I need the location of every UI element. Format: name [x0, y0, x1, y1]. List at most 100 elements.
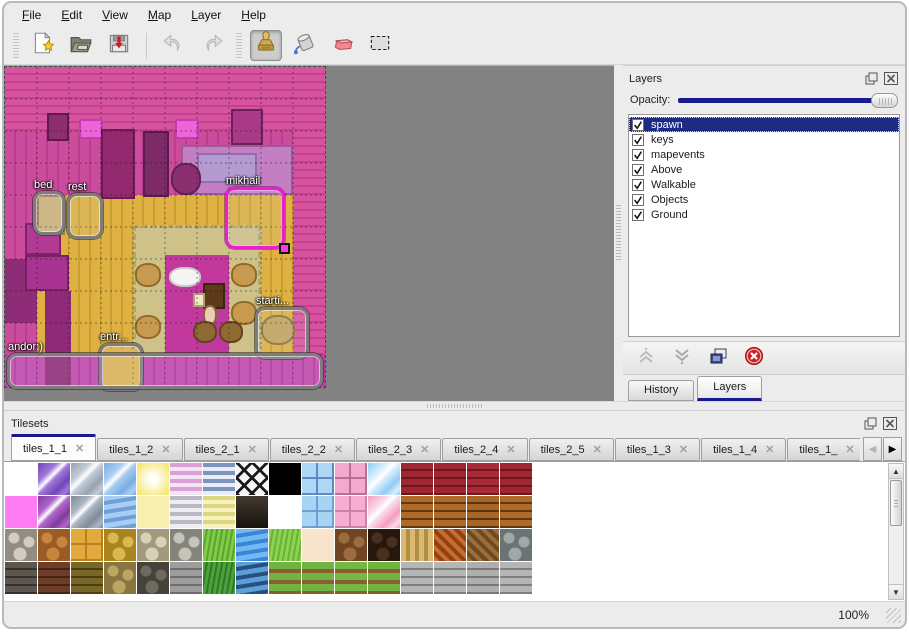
menu-item-file[interactable]: File: [12, 5, 51, 25]
float-tilesets-button[interactable]: [863, 416, 879, 431]
tileset-scrollbar[interactable]: ▲ ▼: [888, 463, 904, 600]
tileset-tile[interactable]: [5, 529, 38, 562]
tileset-tile[interactable]: [236, 496, 269, 529]
undo-button[interactable]: [158, 30, 190, 61]
tileset-tile[interactable]: [269, 529, 302, 562]
tileset-tile[interactable]: [269, 463, 302, 496]
tileset-tile[interactable]: [170, 496, 203, 529]
tileset-tile[interactable]: [368, 496, 401, 529]
tileset-tab-tiles_2_5[interactable]: tiles_2_5✕: [529, 438, 614, 461]
tileset-tile[interactable]: [170, 463, 203, 496]
tileset-tab-tiles_1_3[interactable]: tiles_1_3✕: [615, 438, 700, 461]
tileset-tile[interactable]: [434, 562, 467, 595]
menu-item-view[interactable]: View: [92, 5, 138, 25]
close-tab-icon[interactable]: ✕: [420, 443, 429, 456]
tileset-tile[interactable]: [500, 496, 533, 529]
layer-row[interactable]: Above: [629, 162, 899, 177]
layer-visibility-checkbox[interactable]: [632, 164, 644, 176]
tileset-tile[interactable]: [368, 463, 401, 496]
layer-visibility-checkbox[interactable]: [632, 179, 644, 191]
map-object[interactable]: andor:): [7, 353, 323, 389]
layer-row[interactable]: mapevents: [629, 147, 899, 162]
layer-visibility-checkbox[interactable]: [632, 149, 644, 161]
tileset-tile[interactable]: [500, 463, 533, 496]
tileset-tile[interactable]: [71, 562, 104, 595]
tileset-tile[interactable]: [137, 562, 170, 595]
layer-visibility-checkbox[interactable]: [632, 194, 644, 206]
tileset-tile[interactable]: [38, 529, 71, 562]
tileset-tile[interactable]: [434, 463, 467, 496]
tileset-tile[interactable]: [38, 463, 71, 496]
tileset-tile[interactable]: [236, 529, 269, 562]
map-canvas[interactable]: bedrestmikhailstarti...entr...andor:): [5, 67, 325, 387]
layer-row[interactable]: Walkable: [629, 177, 899, 192]
menu-item-layer[interactable]: Layer: [181, 5, 231, 25]
map-object[interactable]: starti...: [255, 307, 309, 359]
opacity-slider-track[interactable]: [678, 98, 896, 103]
tileset-tile[interactable]: [38, 496, 71, 529]
tileset-tile[interactable]: [104, 562, 137, 595]
bucket-fill-button[interactable]: [288, 30, 320, 61]
map-object[interactable]: bed: [33, 191, 65, 235]
stamp-tool-button[interactable]: [250, 30, 282, 61]
tileset-tile[interactable]: [170, 529, 203, 562]
resize-grip[interactable]: [886, 608, 901, 623]
tileset-tile[interactable]: [434, 529, 467, 562]
tileset-tile[interactable]: [434, 496, 467, 529]
tileset-tile[interactable]: [401, 562, 434, 595]
tileset-tab-tiles_1_4[interactable]: tiles_1_4✕: [701, 438, 786, 461]
scroll-down-button[interactable]: ▼: [889, 584, 903, 599]
close-tab-icon[interactable]: ✕: [75, 442, 84, 455]
menu-item-help[interactable]: Help: [231, 5, 276, 25]
scroll-tabs-left-button[interactable]: ◀: [863, 437, 882, 461]
layer-visibility-checkbox[interactable]: [632, 119, 644, 131]
tileset-tile[interactable]: [401, 529, 434, 562]
tileset-tile[interactable]: [467, 496, 500, 529]
close-tab-icon[interactable]: ✕: [161, 443, 170, 456]
tileset-tile[interactable]: [500, 529, 533, 562]
tileset-tile[interactable]: [368, 529, 401, 562]
close-tab-icon[interactable]: ✕: [593, 443, 602, 456]
close-tab-icon[interactable]: ✕: [679, 443, 688, 456]
tileset-tile[interactable]: [170, 562, 203, 595]
new-file-button[interactable]: [27, 30, 59, 61]
tileset-tile[interactable]: [203, 463, 236, 496]
tileset-tile[interactable]: [302, 496, 335, 529]
tileset-tile[interactable]: [467, 463, 500, 496]
dock-tab-layers[interactable]: Layers: [697, 376, 762, 401]
tileset-tile[interactable]: [467, 529, 500, 562]
tileset-tile[interactable]: [137, 496, 170, 529]
tileset-tile[interactable]: [5, 496, 38, 529]
tileset-tab-tiles_1_1[interactable]: tiles_1_1✕: [11, 434, 96, 461]
close-tilesets-button[interactable]: [882, 416, 898, 431]
float-panel-button[interactable]: [864, 71, 880, 86]
opacity-slider[interactable]: [678, 92, 898, 108]
layer-visibility-checkbox[interactable]: [632, 209, 644, 221]
close-tab-icon[interactable]: ✕: [248, 443, 257, 456]
tileset-tile[interactable]: [71, 529, 104, 562]
tileset-tile[interactable]: [467, 562, 500, 595]
map-object[interactable]: mikhail: [225, 187, 285, 249]
tileset-tile[interactable]: [302, 529, 335, 562]
open-folder-button[interactable]: [65, 30, 97, 61]
map-view[interactable]: bedrestmikhailstarti...entr...andor:): [4, 65, 614, 401]
tileset-tile[interactable]: [104, 529, 137, 562]
map-object[interactable]: rest: [67, 193, 103, 239]
tileset-tile[interactable]: [236, 463, 269, 496]
tileset-tile[interactable]: [401, 496, 434, 529]
layer-row[interactable]: Ground: [629, 207, 899, 222]
menu-item-map[interactable]: Map: [138, 5, 181, 25]
tileset-tile[interactable]: [401, 463, 434, 496]
tileset-tile[interactable]: [335, 562, 368, 595]
tileset-tile[interactable]: [335, 496, 368, 529]
layer-row[interactable]: keys: [629, 132, 899, 147]
close-tab-icon[interactable]: ✕: [765, 443, 774, 456]
tileset-tile[interactable]: [236, 562, 269, 595]
tileset-tab-tiles_1_[interactable]: tiles_1_✕: [787, 438, 866, 461]
tileset-tile[interactable]: [5, 463, 38, 496]
layer-visibility-checkbox[interactable]: [632, 134, 644, 146]
tileset-tile[interactable]: [203, 529, 236, 562]
tileset-tile[interactable]: [500, 562, 533, 595]
tileset-tile[interactable]: [203, 496, 236, 529]
tileset-tile[interactable]: [5, 562, 38, 595]
